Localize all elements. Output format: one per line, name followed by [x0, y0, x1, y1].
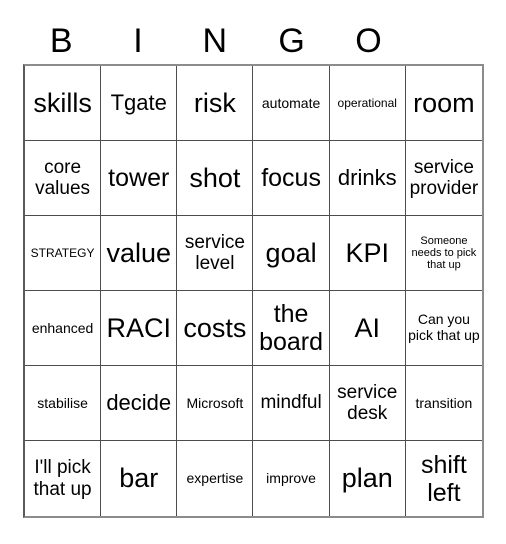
header-letter-b: B	[49, 22, 73, 60]
bingo-cell[interactable]: Microsoft	[177, 366, 254, 441]
bingo-cell[interactable]: Tgate	[101, 66, 178, 141]
bingo-cell[interactable]: the board	[253, 291, 330, 366]
bingo-cell[interactable]: tower	[101, 141, 178, 216]
header-letter-o: O	[355, 22, 383, 60]
bingo-cell[interactable]: expertise	[177, 441, 254, 516]
bingo-cell[interactable]: operational	[329, 66, 406, 141]
bingo-cell[interactable]: shot	[177, 141, 254, 216]
bingo-cell[interactable]: drinks	[329, 141, 406, 216]
header-letter-g: G	[278, 22, 306, 60]
bingo-cell[interactable]: bar	[101, 441, 178, 516]
bingo-cell[interactable]: decide	[101, 366, 178, 441]
bingo-cell[interactable]: service provider	[405, 141, 482, 216]
bingo-cell[interactable]: enhanced	[25, 291, 102, 366]
bingo-grid: skills Tgate risk automate operational r…	[23, 64, 484, 518]
bingo-cell[interactable]: risk	[177, 66, 254, 141]
bingo-cell[interactable]: room	[405, 66, 482, 141]
bingo-cell[interactable]: mindful	[253, 366, 330, 441]
bingo-cell[interactable]: skills	[25, 66, 102, 141]
bingo-cell[interactable]: goal	[253, 216, 330, 291]
bingo-cell[interactable]: Someone needs to pick that up	[405, 216, 482, 291]
bingo-cell[interactable]: RACI	[101, 291, 178, 366]
bingo-cell[interactable]: KPI	[329, 216, 406, 291]
header-letter-i: I	[133, 22, 144, 60]
bingo-cell[interactable]: Can you pick that up	[405, 291, 482, 366]
bingo-cell[interactable]: automate	[253, 66, 330, 141]
bingo-cell[interactable]: core values	[25, 141, 102, 216]
bingo-card: B I N G O skills Tgate risk automate ope…	[0, 0, 506, 544]
bingo-cell[interactable]: shift left	[405, 441, 482, 516]
bingo-cell[interactable]: improve	[253, 441, 330, 516]
bingo-header-row: B I N G O	[23, 18, 484, 64]
bingo-cell[interactable]: I'll pick that up	[25, 441, 102, 516]
bingo-cell[interactable]: plan	[329, 441, 406, 516]
bingo-cell[interactable]: stabilise	[25, 366, 102, 441]
bingo-cell[interactable]: service desk	[329, 366, 406, 441]
bingo-cell[interactable]: STRATEGY	[25, 216, 102, 291]
bingo-cell[interactable]: focus	[253, 141, 330, 216]
bingo-cell[interactable]: transition	[405, 366, 482, 441]
bingo-cell[interactable]: costs	[177, 291, 254, 366]
bingo-cell[interactable]: AI	[329, 291, 406, 366]
bingo-cell[interactable]: value	[101, 216, 178, 291]
header-letter-n: N	[202, 22, 228, 60]
bingo-cell[interactable]: service level	[177, 216, 254, 291]
header-letter-blank	[407, 18, 484, 64]
